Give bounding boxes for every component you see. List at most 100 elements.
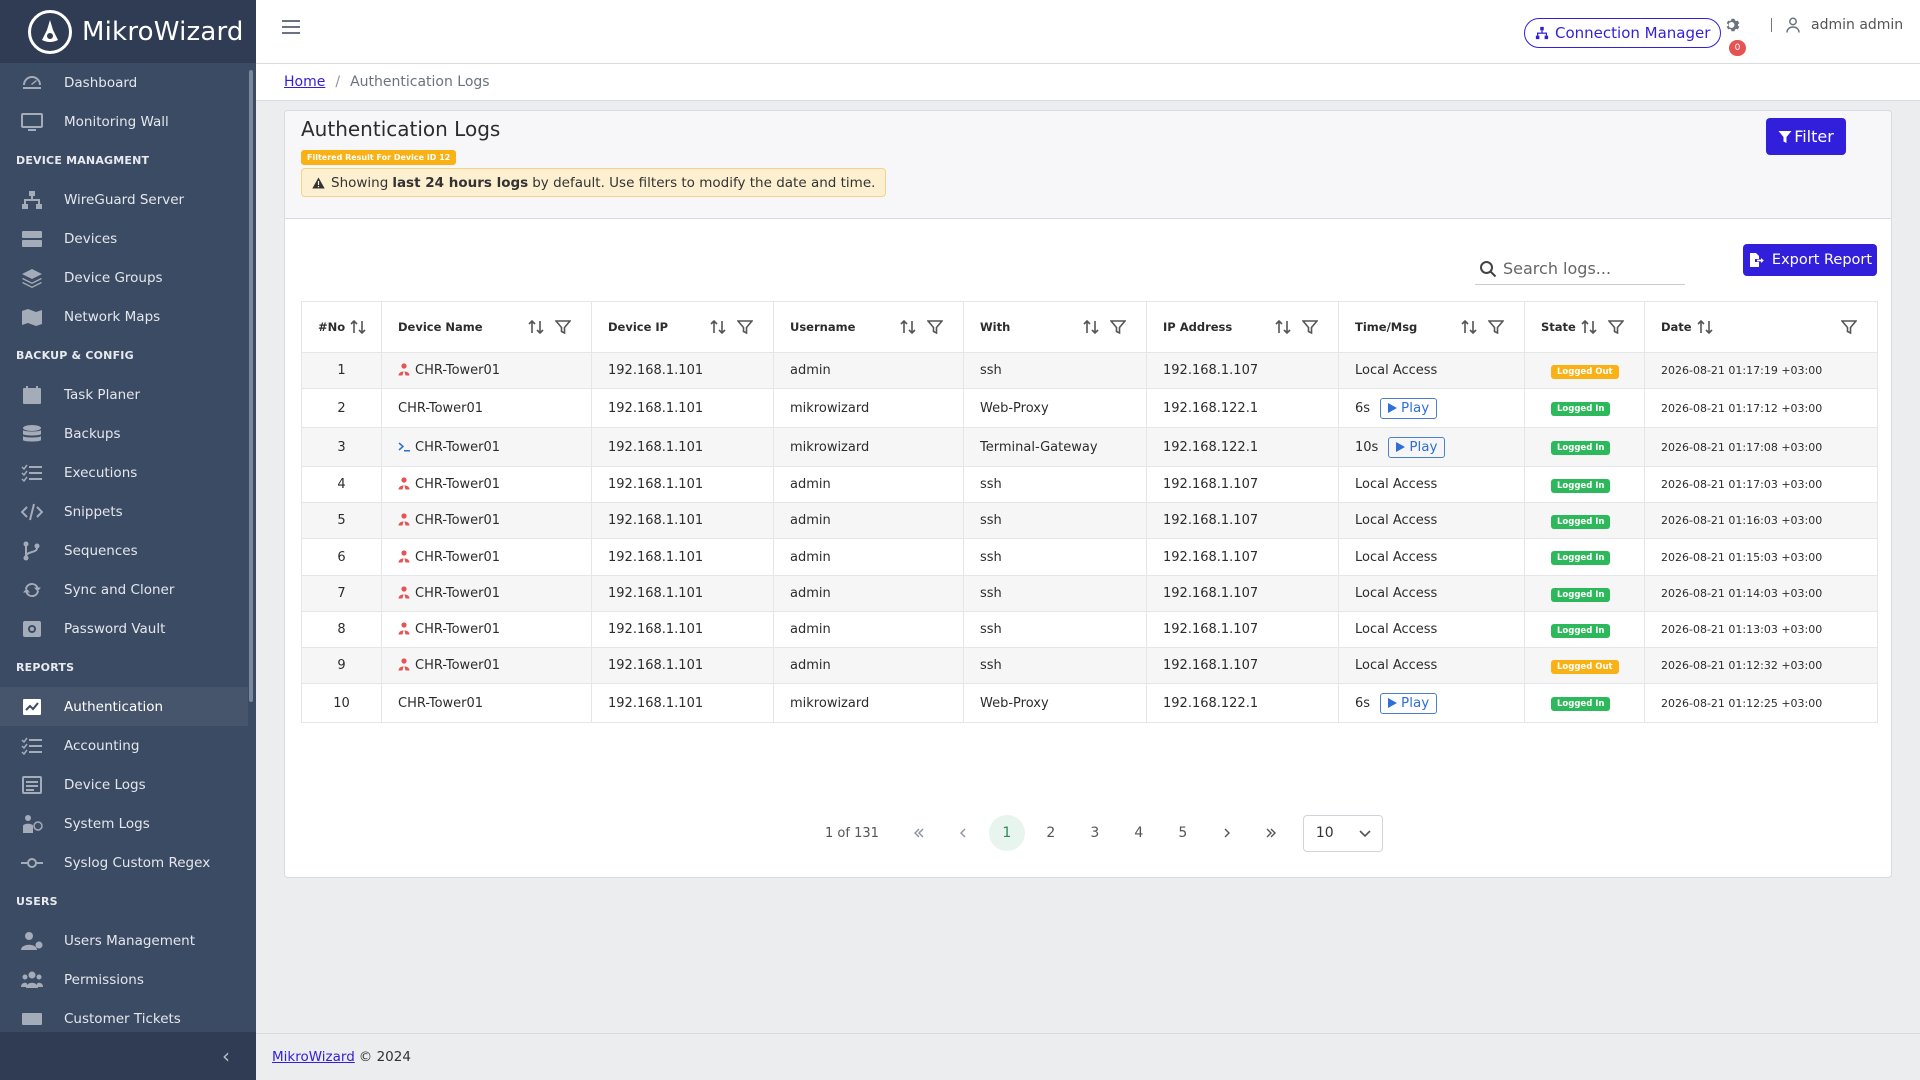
cell-ip-address: 192.168.122.1 <box>1146 427 1339 467</box>
sidebar-item-password-vault[interactable]: Password Vault <box>0 609 248 648</box>
sidebar-item-sequences[interactable]: Sequences <box>0 531 248 570</box>
page-button-3[interactable]: 3 <box>1077 815 1113 851</box>
table-row[interactable]: 2 CHR-Tower01 192.168.1.101 mikrowizard Web-… <box>301 388 1878 428</box>
sidebar-item-accounting[interactable]: Accounting <box>0 726 248 765</box>
header: Connection Manager 0 admin admin <box>256 0 1920 64</box>
brand[interactable]: MikroWizard <box>0 0 256 63</box>
breadcrumb-home-link[interactable]: Home <box>284 74 325 90</box>
sidebar-item-system-logs[interactable]: System Logs <box>0 804 248 843</box>
sidebar-item-label: Accounting <box>64 737 140 754</box>
chevron-left-icon: ‹ <box>222 1044 230 1068</box>
table-row[interactable]: 3 CHR-Tower01 192.168.1.101 mikrowizard Term… <box>301 427 1878 467</box>
last-page-button[interactable] <box>1253 815 1289 851</box>
sidebar-item-backups[interactable]: Backups <box>0 414 248 453</box>
page-button-5[interactable]: 5 <box>1165 815 1201 851</box>
play-session-button[interactable]: Play <box>1380 397 1438 419</box>
table-row[interactable]: 6 CHR-Tower01 192.168.1.101 admin ssh 192.168… <box>301 538 1878 576</box>
time-msg: 6s <box>1355 695 1371 711</box>
sidebar-item-users-management[interactable]: Users Management <box>0 921 248 960</box>
table-row[interactable]: 8 CHR-Tower01 192.168.1.101 admin ssh 192.168… <box>301 611 1878 648</box>
first-page-button[interactable] <box>901 815 937 851</box>
column-header-with[interactable]: With <box>963 301 1147 353</box>
page-button-4[interactable]: 4 <box>1121 815 1157 851</box>
sort-icon[interactable] <box>709 318 727 336</box>
column-header-ip-address[interactable]: IP Address <box>1146 301 1339 353</box>
column-header-username[interactable]: Username <box>773 301 964 353</box>
status-badge: Logged In <box>1551 551 1611 565</box>
user-icon <box>398 549 410 563</box>
filter-icon[interactable] <box>736 319 754 335</box>
connection-manager-button[interactable]: Connection Manager <box>1524 18 1722 48</box>
play-session-button[interactable]: Play <box>1380 692 1438 714</box>
filter-icon[interactable] <box>1487 319 1505 335</box>
table-row[interactable]: 4 CHR-Tower01 192.168.1.101 admin ssh 192.168… <box>301 466 1878 503</box>
sidebar-item-label: Snippets <box>64 503 123 520</box>
sidebar-item-customer-tickets[interactable]: Customer Tickets <box>0 999 248 1032</box>
sidebar-item-task-planer[interactable]: Task Planer <box>0 375 248 414</box>
page-button-1[interactable]: 1 <box>988 815 1025 851</box>
sidebar-item-snippets[interactable]: Snippets <box>0 492 248 531</box>
sidebar-item-device-logs[interactable]: Device Logs <box>0 765 248 804</box>
user-icon[interactable] <box>1786 17 1800 33</box>
filter-icon[interactable] <box>926 319 944 335</box>
filter-icon[interactable] <box>1301 319 1319 335</box>
sidebar-collapse-button[interactable]: ‹ <box>0 1032 256 1080</box>
cell-with: ssh <box>963 647 1147 684</box>
sidebar-item-sync-and-cloner[interactable]: Sync and Cloner <box>0 570 248 609</box>
next-page-button[interactable] <box>1209 815 1245 851</box>
page-button-2[interactable]: 2 <box>1033 815 1069 851</box>
sort-icon[interactable] <box>1580 318 1598 336</box>
sort-icon[interactable] <box>1274 318 1292 336</box>
filter-icon[interactable] <box>1840 319 1858 335</box>
column-header-device-ip[interactable]: Device IP <box>591 301 774 353</box>
page-size-select[interactable]: 10 <box>1302 814 1383 852</box>
commit-icon <box>20 852 44 874</box>
sort-icon[interactable] <box>1460 318 1478 336</box>
column-header-time-msg[interactable]: Time/Msg <box>1338 301 1525 353</box>
cell-ip-address: 192.168.1.107 <box>1146 575 1339 612</box>
sidebar-item-device-groups[interactable]: Device Groups <box>0 258 248 297</box>
sidebar-item-wireguard-server[interactable]: WireGuard Server <box>0 180 248 219</box>
sidebar-item-executions[interactable]: Executions <box>0 453 248 492</box>
cell-state: Logged In <box>1524 427 1645 467</box>
prev-page-button[interactable] <box>945 815 981 851</box>
column-header-state[interactable]: State <box>1524 301 1645 353</box>
sidebar-item-devices[interactable]: Devices <box>0 219 248 258</box>
column-header-device-name[interactable]: Device Name <box>381 301 592 353</box>
sort-icon[interactable] <box>1082 318 1100 336</box>
cell-ip-address: 192.168.1.107 <box>1146 466 1339 503</box>
sort-icon[interactable] <box>899 318 917 336</box>
play-session-button[interactable]: Play <box>1388 436 1446 458</box>
sort-icon[interactable] <box>1696 318 1714 336</box>
filter-button[interactable]: Filter <box>1766 118 1846 155</box>
sidebar-item-network-maps[interactable]: Network Maps <box>0 297 248 336</box>
sidebar-scrollbar[interactable] <box>249 70 253 702</box>
search-input[interactable] <box>1503 259 1673 278</box>
sidebar-item-permissions[interactable]: Permissions <box>0 960 248 999</box>
export-report-button[interactable]: Export Report <box>1743 244 1877 276</box>
sidebar-item-dashboard[interactable]: Dashboard <box>0 63 248 102</box>
sort-icon[interactable] <box>527 318 545 336</box>
filter-icon[interactable] <box>554 319 572 335</box>
cell-with: ssh <box>963 502 1147 539</box>
filter-icon[interactable] <box>1607 319 1625 335</box>
server-icon <box>20 228 44 250</box>
play-label: Play <box>1409 439 1438 455</box>
gear-icon[interactable] <box>1725 17 1741 33</box>
list-check-icon <box>20 462 44 484</box>
sidebar-item-syslog-custom-regex[interactable]: Syslog Custom Regex <box>0 843 248 882</box>
filter-icon[interactable] <box>1109 319 1127 335</box>
column-header-no[interactable]: #No <box>301 301 382 353</box>
table-row[interactable]: 5 CHR-Tower01 192.168.1.101 admin ssh 192.168… <box>301 502 1878 539</box>
column-header-date[interactable]: Date <box>1644 301 1878 353</box>
table-row[interactable]: 10 CHR-Tower01 192.168.1.101 mikrowizard Web… <box>301 683 1878 723</box>
footer-brand-link[interactable]: MikroWizard <box>272 1049 355 1065</box>
sort-icon[interactable] <box>349 318 367 336</box>
hamburger-menu-icon[interactable] <box>282 20 300 34</box>
user-menu[interactable]: admin admin <box>1811 17 1903 33</box>
table-row[interactable]: 9 CHR-Tower01 192.168.1.101 admin ssh 192.168… <box>301 647 1878 684</box>
table-row[interactable]: 7 CHR-Tower01 192.168.1.101 admin ssh 192.168… <box>301 575 1878 612</box>
sidebar-item-monitoring-wall[interactable]: Monitoring Wall <box>0 102 248 141</box>
sidebar-item-authentication[interactable]: Authentication <box>0 687 248 726</box>
table-row[interactable]: 1 CHR-Tower01 192.168.1.101 admin ssh 192.168… <box>301 352 1878 389</box>
